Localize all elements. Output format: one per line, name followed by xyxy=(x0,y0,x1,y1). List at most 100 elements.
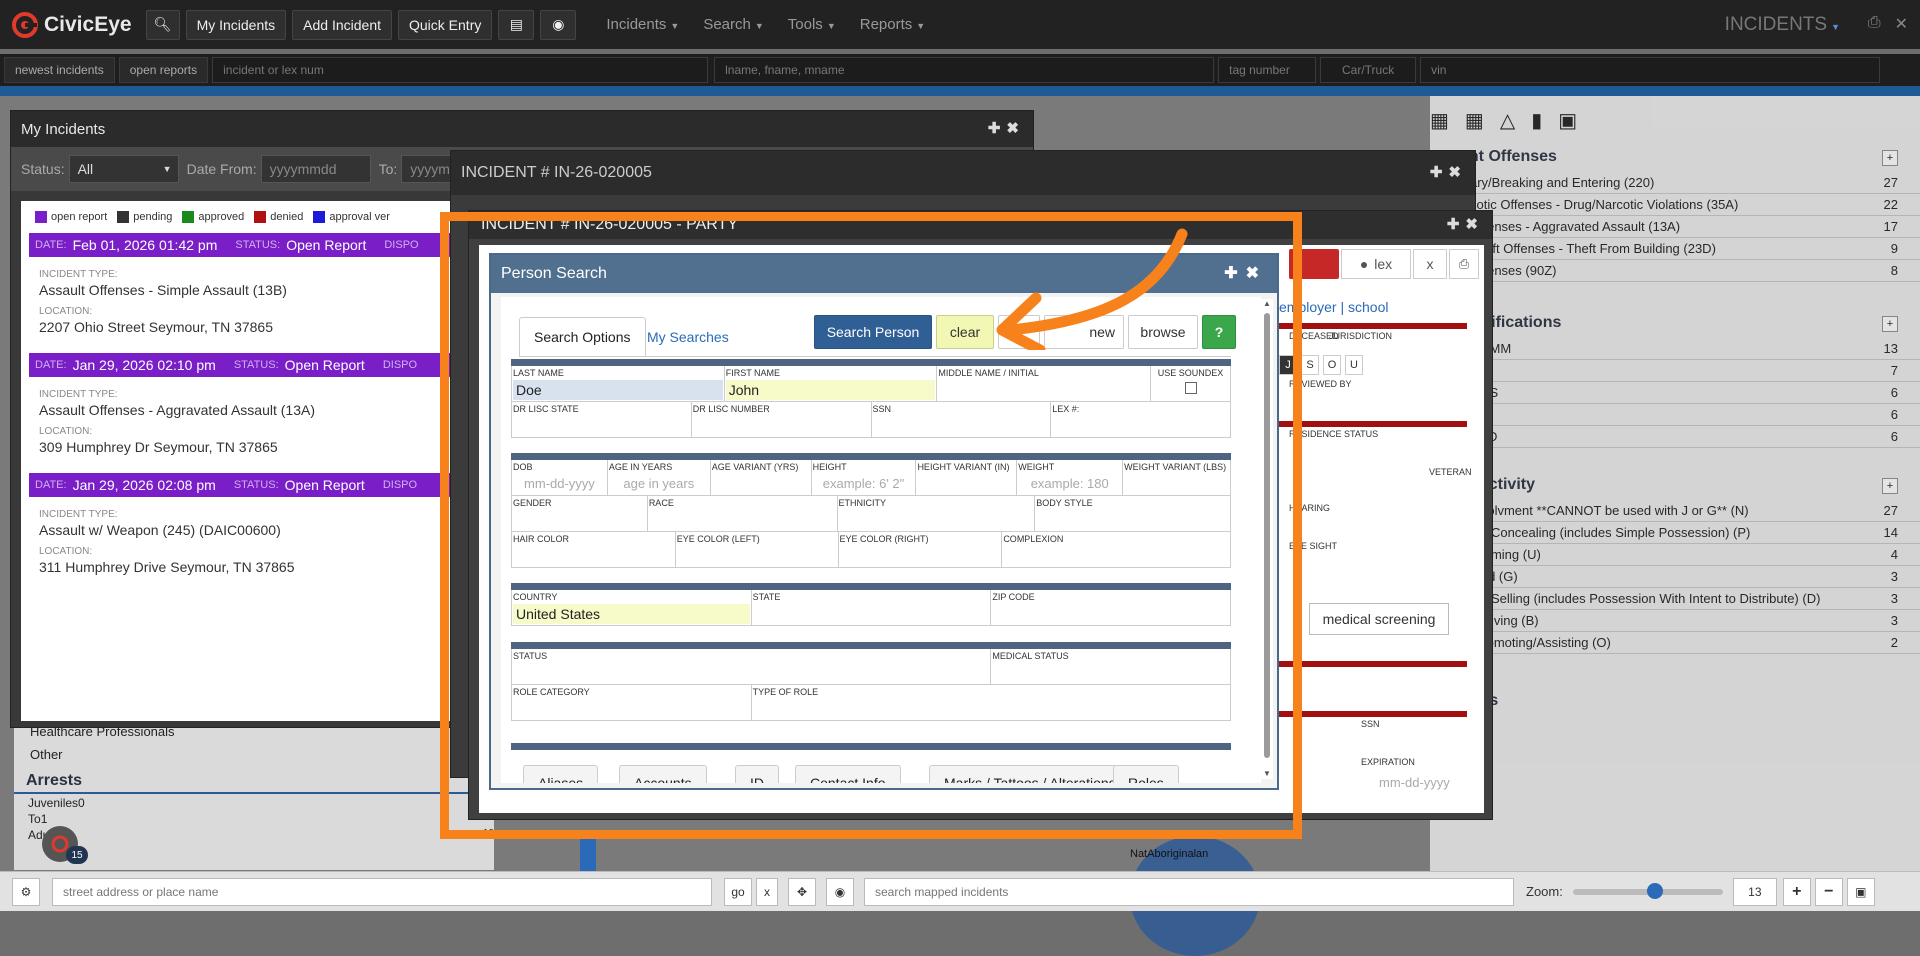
incident-card[interactable]: DATE: Jan 29, 2026 02:10 pm STATUS: Open Re… xyxy=(29,353,513,461)
close-icon[interactable]: ✖ xyxy=(1006,120,1025,137)
zoom-slider[interactable] xyxy=(1572,882,1723,899)
tab-search-options[interactable]: Search Options xyxy=(519,317,646,357)
list-item[interactable]: OUS6 xyxy=(1430,382,1920,404)
expand-plus-icon[interactable]: + xyxy=(1882,316,1898,332)
first-name-input[interactable]: John xyxy=(725,380,936,400)
tab-my-searches[interactable]: My Searches xyxy=(633,317,743,357)
jurisdiction-u-button[interactable]: U xyxy=(1345,355,1363,375)
last-name-input[interactable]: Doe xyxy=(513,380,723,400)
lex-button[interactable]: ● lex xyxy=(1341,249,1411,279)
clear-button[interactable]: clear xyxy=(936,315,994,349)
status-select[interactable]: All ▼ xyxy=(68,155,179,183)
close-icon[interactable]: ✖ xyxy=(1448,164,1467,181)
chat-widget[interactable]: 15 xyxy=(42,826,88,864)
incident-card[interactable]: DATE: Jan 29, 2026 02:08 pm STATUS: Open Re… xyxy=(29,473,513,581)
settings-button[interactable]: ⚙ xyxy=(12,877,40,906)
add-incident-button[interactable]: Add Incident xyxy=(292,9,392,40)
expand-plus-icon[interactable]: + xyxy=(1882,150,1898,166)
list-item[interactable]: nsuming (U) 4 xyxy=(1430,544,1920,566)
jurisdiction-o-button[interactable]: O xyxy=(1323,355,1341,375)
close-icon[interactable]: ✖ xyxy=(1246,265,1267,282)
middle-name-input[interactable] xyxy=(938,380,1149,400)
maximize-icon[interactable]: ✚ xyxy=(1430,164,1449,181)
list-item[interactable]: ated (G) 3 xyxy=(1430,566,1920,588)
maximize-icon[interactable]: ✚ xyxy=(1447,216,1466,233)
save-button[interactable] xyxy=(1289,249,1339,279)
document-icon[interactable]: ▮ xyxy=(1531,108,1542,133)
list-item[interactable]: COMM13 xyxy=(1430,338,1920,360)
mapped-incidents-search-input[interactable]: search mapped incidents xyxy=(864,877,1514,906)
expiration-input[interactable]: mm-dd-yyyy xyxy=(1379,775,1450,790)
print-icon[interactable]: ⎙ xyxy=(1868,14,1881,34)
jurisdiction-s-button[interactable]: S xyxy=(1301,355,1319,375)
window-titlebar[interactable]: INCIDENT # IN-26-020005 - PARTY xyxy=(469,211,1492,239)
address-search-input[interactable]: street address or place name xyxy=(52,877,712,906)
date-from-input[interactable]: yyyymmdd xyxy=(260,155,371,183)
tab-id[interactable]: ID xyxy=(735,765,779,783)
tab-aliases[interactable]: Aliases xyxy=(523,765,599,783)
list-item[interactable]: NED6 xyxy=(1430,426,1920,448)
menu-reports[interactable]: Reports ▼ xyxy=(860,16,925,33)
dob-input[interactable]: mm-dd-yyyy xyxy=(513,474,606,494)
zoom-slider-thumb[interactable] xyxy=(1647,882,1664,899)
car-truck-select[interactable]: Car/Truck xyxy=(1320,57,1417,83)
app-logo[interactable]: CivicEye xyxy=(12,11,132,38)
zoom-value-input[interactable]: 13 xyxy=(1732,877,1777,906)
map-pin-button[interactable]: ◉ xyxy=(540,9,577,40)
map-chart-icon[interactable]: △ xyxy=(1500,108,1515,133)
open-reports-button[interactable]: open reports xyxy=(118,57,209,83)
list-item[interactable]: cotic Offenses - Drug/Narcotic Violation… xyxy=(1430,194,1920,216)
list-item[interactable]: Theft Offenses - Theft From Building (23… xyxy=(1430,238,1920,260)
list-view-button[interactable]: ▤ xyxy=(498,9,535,40)
list-item[interactable]: ary/Breaking and Entering (220) 27 xyxy=(1430,172,1920,194)
maximize-icon[interactable]: ✚ xyxy=(988,120,1007,137)
search-button[interactable]: 🔍︎ xyxy=(145,9,180,40)
calculator-icon[interactable]: ▦ xyxy=(1430,108,1449,133)
age-years-input[interactable]: age in years xyxy=(609,474,709,494)
jurisdiction-j-button[interactable]: J xyxy=(1279,355,1297,375)
list-item[interactable]: Offenses (90Z) 8 xyxy=(1430,260,1920,282)
name-search-input[interactable]: lname, fname, mname xyxy=(714,57,1215,83)
print-button[interactable]: ⎙ xyxy=(1449,249,1479,279)
list-item[interactable]: Offenses - Aggravated Assault (13A) 17 xyxy=(1430,216,1920,238)
country-input[interactable]: United States xyxy=(513,604,750,624)
incident-card[interactable]: DATE: Feb 01, 2026 01:42 pm STATUS: Open Re… xyxy=(29,233,513,341)
expand-plus-icon[interactable]: + xyxy=(1882,478,1898,494)
medical-screening-button[interactable]: medical screening xyxy=(1309,603,1449,635)
list-item[interactable]: ing/Concealing (includes Simple Possessi… xyxy=(1430,522,1920,544)
list-item[interactable]: /Promoting/Assisting (O) 2 xyxy=(1430,632,1920,654)
school-link[interactable]: school xyxy=(1348,299,1388,315)
fullscreen-button[interactable]: ▣ xyxy=(1846,877,1875,906)
scroll-up-icon[interactable]: ▲ xyxy=(1263,299,1271,308)
list-item[interactable]: Involvment **CANNOT be used with J or G*… xyxy=(1430,500,1920,522)
close-icon[interactable]: ✕ xyxy=(1895,14,1908,34)
scrollbar-thumb[interactable] xyxy=(1264,313,1270,758)
height-input[interactable]: example: 6' 2" xyxy=(813,474,915,494)
tag-number-input[interactable]: tag number xyxy=(1218,57,1317,83)
employer-link[interactable]: employer xyxy=(1279,299,1337,315)
menu-search[interactable]: Search ▼ xyxy=(703,16,763,33)
zoom-in-button[interactable]: + xyxy=(1782,877,1811,906)
vin-input[interactable]: vin xyxy=(1420,57,1881,83)
clear-address-button[interactable]: x xyxy=(756,877,778,906)
x-button[interactable]: x xyxy=(1413,249,1447,279)
close-icon[interactable]: ✖ xyxy=(1465,216,1484,233)
calendar-icon[interactable]: ▦ xyxy=(1465,108,1484,133)
map-pin-button[interactable]: ◉ xyxy=(826,877,854,906)
tab-roles[interactable]: Roles xyxy=(1113,765,1179,783)
use-soundex-checkbox[interactable] xyxy=(1184,382,1197,394)
incident-number-input[interactable]: incident or lex num xyxy=(212,57,709,83)
dialog-scrollbar[interactable]: ▲ ▼ xyxy=(1261,299,1273,779)
go-button[interactable]: go xyxy=(724,877,752,906)
list-item[interactable]: ing/Selling (includes Possession With In… xyxy=(1430,588,1920,610)
book-icon[interactable]: ▣ xyxy=(1558,108,1577,133)
list-item[interactable]: 6 xyxy=(1430,404,1920,426)
locate-button[interactable]: ✥ xyxy=(788,877,816,906)
newest-incidents-button[interactable]: newest incidents xyxy=(4,57,115,83)
tab-accounts[interactable]: Accounts xyxy=(619,765,707,783)
menu-tools[interactable]: Tools ▼ xyxy=(788,16,836,33)
tab-contact-info[interactable]: Contact Info xyxy=(795,765,901,783)
scroll-down-icon[interactable]: ▼ xyxy=(1263,769,1271,778)
search-person-button[interactable]: Search Person xyxy=(814,315,932,349)
window-titlebar[interactable]: INCIDENT # IN-26-020005 xyxy=(451,151,1475,195)
